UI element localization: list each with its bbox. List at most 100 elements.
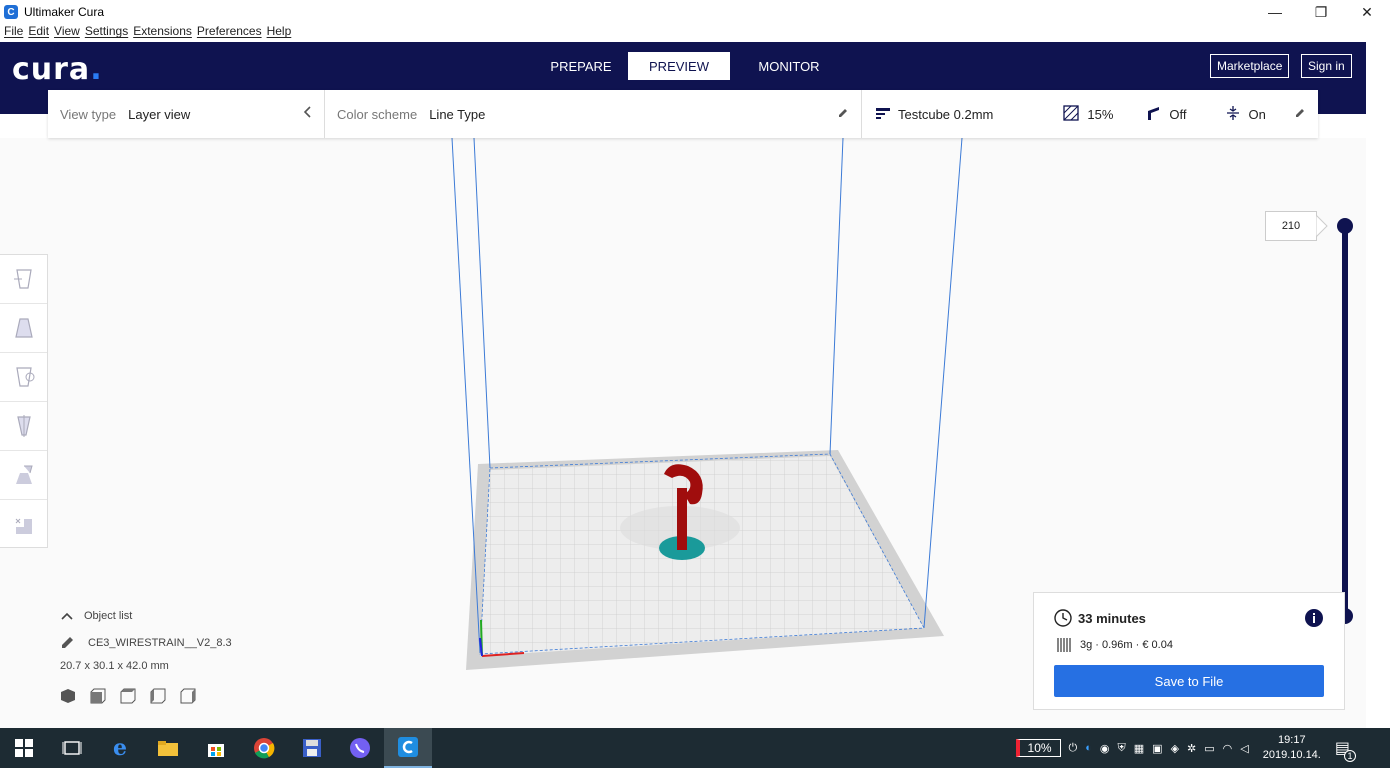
menu-extensions[interactable]: Extensions: [133, 24, 192, 42]
profile-icon: [876, 106, 890, 123]
menu-preferences[interactable]: Preferences: [197, 24, 262, 42]
menu-edit[interactable]: Edit: [28, 24, 49, 42]
right-view-icon[interactable]: [180, 688, 196, 707]
print-setup-selector[interactable]: Testcube 0.2mm 15% Off On: [862, 90, 1318, 138]
color-scheme-label: Color scheme: [337, 106, 418, 122]
menu-file[interactable]: File: [4, 24, 23, 42]
battery-tray-icon[interactable]: ▭: [1204, 742, 1214, 755]
battery-indicator[interactable]: 10%: [1015, 739, 1061, 757]
marketplace-button[interactable]: Marketplace: [1210, 54, 1290, 78]
object-dimensions: 20.7 x 30.1 x 42.0 mm: [60, 660, 169, 672]
3d-view-icon[interactable]: [60, 688, 76, 707]
infill-value: 15%: [1087, 106, 1114, 122]
volume-edge: [923, 138, 963, 629]
network-adapter-icon[interactable]: ▦: [1134, 742, 1144, 755]
windows-start-icon[interactable]: [0, 728, 48, 768]
chevron-left-icon: [302, 105, 312, 122]
top-view-icon[interactable]: [120, 688, 136, 707]
object-list-panel: Object list CE3_WIRESTRAIN__V2_8.3 20.7 …: [60, 610, 232, 707]
defender-icon[interactable]: ⛨: [1118, 742, 1126, 755]
print-time-row: 33 minutes: [1054, 609, 1146, 627]
signin-button[interactable]: Sign in: [1301, 54, 1352, 78]
model-column: [677, 488, 687, 550]
settings-tray-icon[interactable]: ✲: [1187, 742, 1196, 755]
edge-browser-icon[interactable]: e: [96, 728, 144, 768]
volume-edge: [473, 138, 491, 469]
support-icon: [1145, 105, 1161, 124]
window-title: Ultimaker Cura: [24, 5, 105, 19]
chrome-icon[interactable]: [240, 728, 288, 768]
task-view-icon[interactable]: [48, 728, 96, 768]
color-scheme-value: Line Type: [429, 106, 486, 122]
volume-icon[interactable]: ◁: [1240, 742, 1248, 755]
pencil-icon: [1294, 107, 1306, 122]
per-model-settings-icon[interactable]: [0, 451, 47, 500]
menu-settings[interactable]: Settings: [85, 24, 128, 42]
adhesion-icon: [1225, 105, 1241, 124]
layer-slider-top-handle[interactable]: [1337, 218, 1353, 234]
color-scheme-selector[interactable]: Color scheme Line Type: [325, 90, 862, 138]
battery-percent: 10%: [1027, 741, 1052, 755]
volume-edge: [829, 138, 844, 455]
infill-icon: [1063, 104, 1080, 124]
left-view-icon[interactable]: [150, 688, 166, 707]
menu-bar: File Edit View Settings Extensions Prefe…: [0, 24, 292, 42]
viber-icon[interactable]: [336, 728, 384, 768]
front-view-icon[interactable]: [90, 688, 106, 707]
minimize-button[interactable]: —: [1252, 0, 1298, 24]
object-list-toggle[interactable]: Object list: [60, 610, 232, 622]
rotate-tool-icon[interactable]: [0, 353, 47, 402]
save-disk-icon[interactable]: [288, 728, 336, 768]
system-tray: 10% ⏻ ◐ ◉ ⛨ ▦ ▣ ◈ ✲ ▭ ◠ ◁ 19:17 2019.10.…: [1012, 728, 1390, 768]
window-titlebar: C Ultimaker Cura — ❐ ✕: [0, 0, 1390, 24]
view-type-label: View type: [60, 106, 117, 122]
file-explorer-icon[interactable]: [144, 728, 192, 768]
pencil-icon: [62, 637, 73, 648]
tool-panel: [0, 254, 48, 548]
cura-logo: cura.: [12, 52, 103, 87]
cura-taskbar-icon[interactable]: [384, 728, 432, 768]
notifications-icon[interactable]: ▤ 1: [1335, 738, 1356, 762]
support-blocker-icon[interactable]: [0, 500, 47, 549]
volume-edge: [451, 138, 481, 654]
screen-bottom-edge: [0, 768, 1390, 782]
view-type-selector[interactable]: View type Layer view: [48, 90, 325, 138]
scale-tool-icon[interactable]: [0, 304, 47, 353]
object-list-label: Object list: [84, 610, 133, 622]
tab-prepare[interactable]: PREPARE: [530, 52, 632, 80]
layer-number-input[interactable]: 210: [1265, 211, 1317, 241]
menu-view[interactable]: View: [54, 24, 80, 42]
view-type-value: Layer view: [128, 106, 191, 122]
menu-help[interactable]: Help: [267, 24, 292, 42]
cura-app-icon: C: [4, 5, 18, 19]
power-plug-icon[interactable]: ⏻: [1069, 742, 1078, 755]
clock-icon: [1054, 609, 1072, 627]
display-icon[interactable]: ▣: [1152, 742, 1162, 755]
steam-icon[interactable]: ◉: [1100, 742, 1110, 755]
tab-preview[interactable]: PREVIEW: [628, 52, 730, 80]
stage-settings-bar: View type Layer view Color scheme Line T…: [48, 90, 1318, 138]
move-tool-icon[interactable]: [0, 255, 47, 304]
save-to-file-button[interactable]: Save to File: [1054, 665, 1324, 697]
store-icon[interactable]: [192, 728, 240, 768]
clock-area[interactable]: 19:17 2019.10.14.: [1263, 733, 1321, 763]
close-button[interactable]: ✕: [1344, 0, 1390, 24]
restore-button[interactable]: ❐: [1298, 0, 1344, 24]
print-information-panel: 33 minutes 3g · 0.96m · € 0.04 Save to F…: [1033, 592, 1345, 710]
mirror-tool-icon[interactable]: [0, 402, 47, 451]
material-row: 3g · 0.96m · € 0.04: [1056, 637, 1173, 653]
wifi-icon[interactable]: ◠: [1223, 742, 1233, 755]
logo-text: cura: [12, 52, 91, 87]
logo-dot: .: [90, 52, 103, 87]
info-icon[interactable]: [1304, 608, 1324, 628]
material-usage: 3g · 0.96m · € 0.04: [1080, 639, 1173, 651]
windows-taskbar: e 10% ⏻ ◐ ◉ ⛨ ▦ ▣ ◈ ✲ ▭ ◠ ◁ 19:17 2019.1…: [0, 728, 1390, 768]
tab-monitor[interactable]: MONITOR: [738, 52, 840, 80]
window-controls: — ❐ ✕: [1252, 0, 1390, 24]
clock-time: 19:17: [1278, 734, 1306, 746]
location-icon[interactable]: ◈: [1171, 742, 1179, 755]
cura-tray-icon[interactable]: ◐: [1085, 742, 1092, 754]
pencil-icon: [837, 107, 849, 122]
object-list-item[interactable]: CE3_WIRESTRAIN__V2_8.3: [60, 636, 232, 650]
layer-slider-track[interactable]: [1342, 225, 1348, 617]
